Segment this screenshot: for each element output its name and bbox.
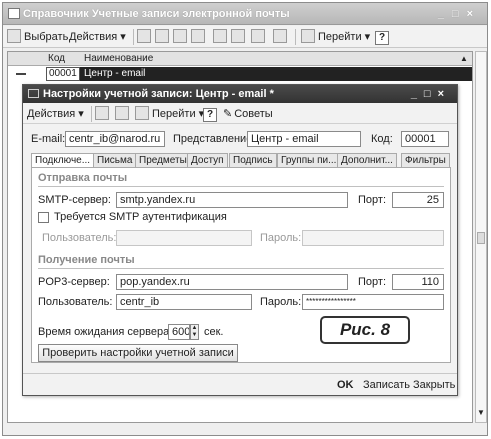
edit-icon[interactable]	[191, 29, 208, 45]
pop3-section-title: Получение почты	[38, 254, 135, 266]
goto-menu[interactable]: Перейти ▾	[301, 29, 370, 45]
window-icon	[8, 8, 20, 19]
tips-button[interactable]: ✎ Советы	[223, 106, 273, 122]
screenshot-root: Справочник Учетные записи электронной по…	[0, 0, 491, 439]
tab-filters[interactable]: Фильтры	[401, 153, 450, 167]
timeout-label: Время ожидания сервера:	[38, 326, 173, 338]
smtp-port-field[interactable]: 25	[392, 192, 444, 208]
window-controls[interactable]: _□×	[438, 3, 481, 25]
row-code-cell[interactable]: 00001	[46, 67, 80, 81]
dialog-toolbar: Действия ▾ Перейти ▾ ? ✎ Советы	[23, 104, 457, 124]
goto-icon	[135, 106, 149, 121]
view-field[interactable]: Центр - email	[247, 131, 361, 147]
smtp-server-label: SMTP-сервер:	[38, 194, 111, 206]
pop3-port-field[interactable]: 110	[392, 274, 444, 290]
catalog-toolbar: Выбрать Действия ▾ Перейти ▾ ?	[3, 26, 487, 48]
view-label: Представление:	[173, 133, 256, 145]
tab-access[interactable]: Доступ	[187, 153, 228, 167]
pop3-user-field[interactable]: centr_ib	[116, 294, 252, 310]
scroll-down-icon[interactable]: ▼	[477, 408, 485, 417]
grid-scrollbar[interactable]: ▼	[475, 51, 487, 423]
smtp-password-label: Пароль:	[260, 232, 302, 244]
toolbar-separator	[133, 29, 134, 45]
dialog-icon	[28, 89, 39, 98]
tab-signature[interactable]: Подпись	[229, 153, 277, 167]
goto-icon	[301, 29, 315, 44]
tab-groups[interactable]: Группы пи...	[277, 153, 341, 167]
help-button[interactable]: ?	[375, 29, 389, 45]
account-settings-dialog: Настройки учетной записи: Центр - email …	[22, 84, 458, 396]
tab-connection[interactable]: Подключе...	[31, 153, 95, 168]
copy-icon[interactable]	[173, 29, 190, 45]
smtp-server-field[interactable]: smtp.yandex.ru	[116, 192, 348, 208]
section-divider	[38, 186, 444, 187]
pop3-port-label: Порт:	[358, 276, 386, 288]
grid-header: Код Наименование ▲	[8, 52, 472, 66]
dialog-goto-menu[interactable]: Перейти ▾	[135, 106, 204, 122]
dialog-actions-menu[interactable]: Действия ▾	[27, 106, 84, 122]
pop3-password-field[interactable]: ****************	[302, 294, 444, 310]
add-group-icon[interactable]	[155, 29, 172, 45]
delete-icon[interactable]	[273, 29, 290, 45]
filter-icon[interactable]	[213, 29, 230, 45]
row-marker-icon	[16, 73, 26, 75]
pop3-password-label: Пароль:	[260, 296, 302, 308]
table-row[interactable]: 00001 Центр - email	[8, 67, 472, 81]
pop3-user-label: Пользователь:	[38, 296, 113, 308]
row-name-cell[interactable]: Центр - email	[80, 67, 472, 81]
back-icon[interactable]	[95, 106, 112, 122]
catalog-title: Справочник Учетные записи электронной по…	[23, 8, 290, 20]
add-icon[interactable]	[137, 29, 154, 45]
timeout-field[interactable]: 600	[168, 324, 190, 340]
tips-icon: ✎	[223, 108, 233, 120]
scrollbar-thumb[interactable]	[477, 232, 485, 244]
section-divider	[38, 268, 444, 269]
code-field[interactable]: 00001	[401, 131, 449, 147]
smtp-section-title: Отправка почты	[38, 172, 128, 184]
timeout-stepper[interactable]: ▲ ▼	[190, 324, 199, 340]
dialog-help-button[interactable]: ?	[203, 106, 217, 122]
email-field[interactable]: centr_ib@narod.ru	[65, 131, 165, 147]
smtp-user-label: Пользователь:	[42, 232, 117, 244]
figure-caption: Рис. 8	[320, 316, 410, 344]
tab-subjects[interactable]: Предметы	[135, 153, 191, 167]
tab-additional[interactable]: Дополнит...	[337, 153, 397, 167]
dialog-footer: OK Записать Закрыть	[23, 373, 457, 395]
timeout-unit: сек.	[204, 326, 224, 338]
hierarchy-icon[interactable]	[251, 29, 268, 45]
ok-button[interactable]: OK	[337, 377, 354, 393]
toolbar-separator	[295, 29, 296, 45]
dialog-title-bar: Настройки учетной записи: Центр - email …	[23, 85, 457, 103]
save-button[interactable]: Записать	[363, 377, 410, 393]
pop3-server-label: POP3-сервер:	[38, 276, 110, 288]
actions-menu[interactable]: Действия ▾	[69, 29, 126, 45]
check-settings-button[interactable]: Проверить настройки учетной записи	[38, 344, 238, 362]
smtp-user-field[interactable]	[116, 230, 252, 246]
close-button[interactable]: Закрыть	[413, 377, 455, 393]
sort-icon[interactable]	[231, 29, 248, 45]
tab-strip: Подключе... Письма Предметы Доступ Подпи…	[31, 153, 451, 168]
tab-letters[interactable]: Письма	[93, 153, 137, 167]
smtp-auth-label: Требуется SMTP аутентификация	[54, 211, 227, 223]
smtp-password-field[interactable]	[302, 230, 444, 246]
toolbar-separator	[91, 106, 92, 122]
column-menu-icon[interactable]: ▲	[460, 52, 468, 66]
select-icon	[7, 29, 21, 44]
grid-column-code[interactable]: Код	[48, 52, 65, 66]
code-label: Код:	[371, 133, 393, 145]
email-label: E-mail:	[31, 133, 66, 145]
smtp-port-label: Порт:	[358, 194, 386, 206]
catalog-title-bar: Справочник Учетные записи электронной по…	[3, 3, 487, 25]
smtp-auth-checkbox[interactable]	[38, 212, 49, 223]
dialog-title: Настройки учетной записи: Центр - email …	[43, 88, 274, 100]
save-icon[interactable]	[115, 106, 132, 122]
pop3-server-field[interactable]: pop.yandex.ru	[116, 274, 348, 290]
grid-column-name[interactable]: Наименование	[84, 52, 153, 66]
select-button[interactable]: Выбрать	[7, 29, 68, 45]
dialog-window-controls[interactable]: _□×	[411, 85, 451, 103]
